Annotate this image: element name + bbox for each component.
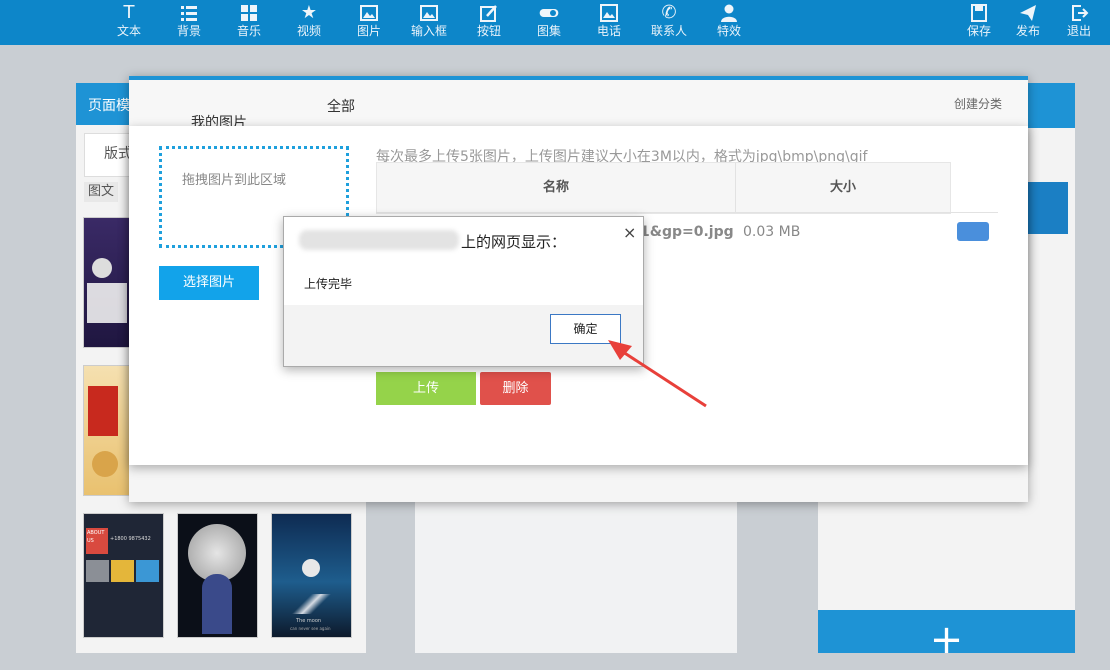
phone-icon [584, 2, 634, 24]
file-action-button[interactable] [957, 222, 989, 241]
template-thumbnail[interactable] [83, 217, 131, 348]
column-name: 名称 [542, 180, 569, 195]
toolbar-music-label: 音乐 [236, 24, 261, 38]
alert-message: 上传完毕 [304, 277, 353, 291]
column-size: 大小 [829, 180, 856, 195]
logout-icon [1054, 2, 1104, 24]
character-figure [202, 574, 232, 634]
input-box-icon [404, 2, 454, 24]
toolbar-phone-label: 电话 [596, 24, 621, 38]
toolbar-logout-label: 退出 [1066, 24, 1091, 38]
button-icon [464, 2, 514, 24]
add-page-button[interactable]: + [818, 610, 1075, 663]
video-icon: ★ [300, 2, 318, 23]
toolbar-publish-button[interactable]: 发布 [1003, 2, 1053, 42]
alert-dialog: 上的网页显示： × 上传完毕 确定 [283, 216, 644, 367]
delete-button[interactable]: 删除 [480, 372, 551, 405]
template-thumbnail[interactable] [177, 513, 258, 638]
background-icon [164, 2, 214, 24]
mountain-image [272, 594, 351, 614]
alert-title: 上的网页显示： [461, 233, 567, 251]
toolbar-image-label: 图片 [356, 24, 381, 38]
thumbnail-tile [136, 560, 159, 582]
toolbar-video-label: 视频 [296, 24, 321, 38]
toolbar-input-box-button[interactable]: 输入框 [404, 2, 454, 42]
thumbnail-tile [86, 560, 109, 582]
top-toolbar: T 文本 背景 音乐 ★ 视频 图片 输入框 按钮 图集 电话 ✆ 联系人 特效 [0, 0, 1110, 45]
phone-preview-canvas [415, 500, 737, 653]
gallery-icon [524, 2, 574, 24]
drop-zone-label: 拖拽图片到此区域 [182, 173, 287, 188]
template-thumbnail[interactable]: ABOUT US +1800 9875432 [83, 513, 164, 638]
contact-icon: ✆ [661, 2, 677, 23]
music-icon [224, 2, 274, 24]
thumbnail-tile [111, 560, 134, 582]
toolbar-video-button[interactable]: ★ 视频 [284, 2, 334, 42]
upload-button[interactable]: 上传 [376, 372, 476, 405]
choose-image-button[interactable]: 选择图片 [159, 266, 259, 300]
thumbnail-card [87, 283, 127, 323]
toolbar-effects-button[interactable]: 特效 [704, 2, 754, 42]
page-list-item[interactable] [1028, 182, 1068, 234]
toolbar-publish-label: 发布 [1015, 24, 1040, 38]
toolbar-contact-label: 联系人 [650, 24, 687, 38]
thumbnail-moon-title: The moon [296, 618, 322, 624]
image-icon [344, 2, 394, 24]
toolbar-image-button[interactable]: 图片 [344, 2, 394, 42]
blurred-site-name [299, 230, 459, 250]
toolbar-text-label: 文本 [116, 24, 141, 38]
filter-graphic[interactable]: 图文 [84, 182, 118, 202]
toolbar-logout-button[interactable]: 退出 [1054, 2, 1104, 42]
toolbar-background-button[interactable]: 背景 [164, 2, 214, 42]
template-panel-title: 页面模 [88, 98, 130, 114]
thumbnail-about-label: ABOUT US [86, 528, 108, 554]
toolbar-gallery-label: 图集 [536, 24, 561, 38]
category-all[interactable]: 全部 [327, 96, 355, 116]
table-divider [376, 212, 998, 213]
file-name-cell: 1&gp=0.jpg [640, 224, 734, 240]
toolbar-effects-label: 特效 [716, 24, 741, 38]
thumbnail-banner [88, 386, 118, 436]
text-icon: T [123, 2, 135, 23]
toolbar-gallery-button[interactable]: 图集 [524, 2, 574, 42]
save-icon [954, 2, 1004, 24]
effects-icon [704, 2, 754, 24]
toolbar-save-button[interactable]: 保存 [954, 2, 1004, 42]
image-library-header [129, 80, 1028, 126]
thumbnail-figure [92, 451, 118, 477]
toolbar-button-label: 按钮 [476, 24, 501, 38]
toolbar-background-label: 背景 [176, 24, 201, 38]
create-category-link[interactable]: 创建分类 [954, 95, 1002, 112]
toolbar-text-button[interactable]: T 文本 [104, 2, 154, 42]
toolbar-contact-button[interactable]: ✆ 联系人 [644, 2, 694, 42]
annotation-arrow-icon [608, 340, 707, 408]
close-icon[interactable]: × [623, 223, 636, 242]
thumbnail-phone-text: +1800 9875432 [110, 536, 151, 542]
moon-image [302, 559, 320, 577]
file-table-header: 名称 大小 [376, 162, 951, 214]
template-thumbnail[interactable]: The moon can never see again [271, 513, 352, 638]
avatar [92, 258, 112, 278]
toolbar-input-box-label: 输入框 [410, 24, 447, 38]
toolbar-save-label: 保存 [966, 24, 991, 38]
toolbar-music-button[interactable]: 音乐 [224, 2, 274, 42]
publish-icon [1003, 2, 1053, 24]
toolbar-phone-button[interactable]: 电话 [584, 2, 634, 42]
template-thumbnail[interactable] [83, 365, 131, 496]
thumbnail-moon-subtitle: can never see again [290, 626, 331, 631]
file-size-cell: 0.03 MB [743, 224, 801, 240]
toolbar-button-button[interactable]: 按钮 [464, 2, 514, 42]
